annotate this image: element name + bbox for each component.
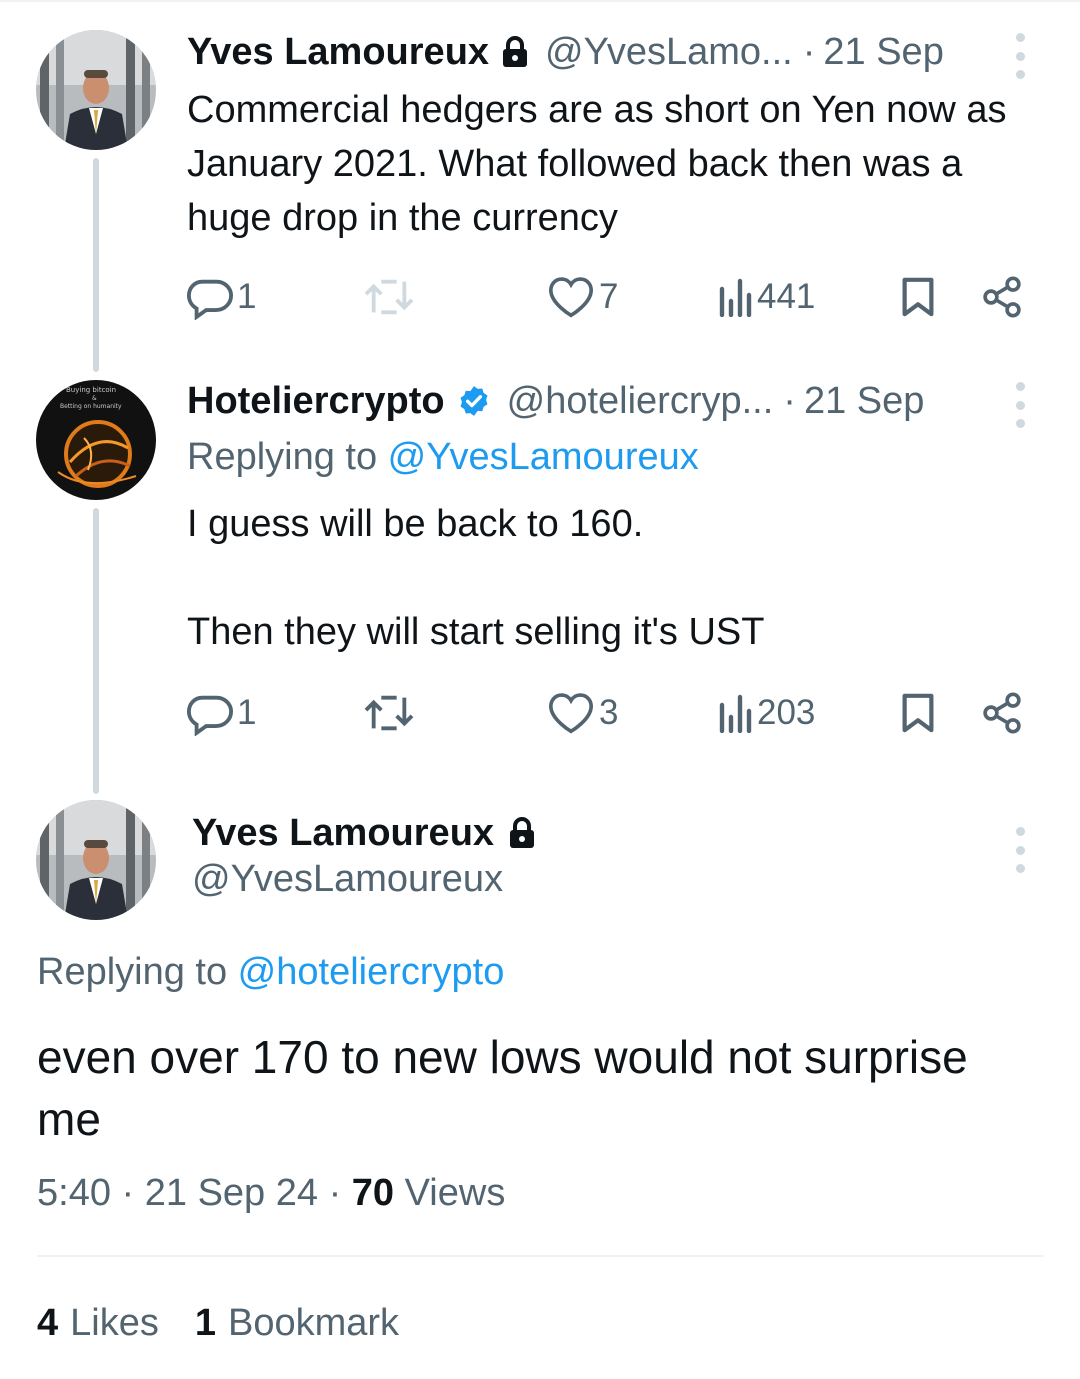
share-icon xyxy=(983,692,1021,734)
avatar[interactable] xyxy=(36,800,156,920)
tweet-time[interactable]: 5:40 xyxy=(37,1172,111,1214)
avatar[interactable] xyxy=(36,30,156,150)
share-button[interactable] xyxy=(980,272,1024,322)
retweet-button[interactable] xyxy=(364,272,418,322)
tweet-actions: 1 7 441 xyxy=(187,272,1037,322)
display-name[interactable]: Hoteliercrypto xyxy=(187,380,445,423)
share-icon xyxy=(983,276,1021,318)
tweet-actions: 1 3 203 xyxy=(187,688,1037,738)
reply-button[interactable]: 1 xyxy=(187,688,256,738)
share-button[interactable] xyxy=(980,688,1024,738)
more-icon[interactable] xyxy=(1010,33,1030,79)
divider xyxy=(37,1255,1044,1257)
lock-icon xyxy=(508,817,536,849)
display-name[interactable]: Yves Lamoureux xyxy=(187,31,489,74)
mention-link[interactable]: @YvesLamoureux xyxy=(388,436,699,478)
retweet-icon xyxy=(364,279,414,315)
tweet-meta: 5:40 · 21 Sep 24 · 70 Views xyxy=(37,1172,505,1215)
replying-to: Replying to @YvesLamoureux xyxy=(187,436,699,479)
likes-stat[interactable]: 4 Likes xyxy=(37,1302,159,1345)
engagement-stats: 4 Likes 1 Bookmark xyxy=(37,1302,399,1345)
retweet-button[interactable] xyxy=(364,688,418,738)
views-icon xyxy=(719,278,752,317)
tweet-text: Commercial hedgers are as short on Yen n… xyxy=(187,89,1007,239)
thread-line xyxy=(93,508,99,794)
bookmark-icon xyxy=(902,693,934,733)
like-button[interactable]: 3 xyxy=(547,688,618,738)
like-icon xyxy=(548,693,594,734)
thread-line xyxy=(93,158,99,372)
display-name[interactable]: Yves Lamoureux xyxy=(192,808,536,858)
avatar[interactable]: Buying bitcoin & Betting on humanity xyxy=(36,380,156,500)
tweet-header: Yves Lamoureux @YvesLamo... · 21 Sep xyxy=(187,27,944,77)
like-count: 3 xyxy=(599,693,619,732)
mention-link[interactable]: @hoteliercrypto xyxy=(238,951,505,993)
avatar-caption: Buying bitcoin xyxy=(66,386,116,394)
like-count: 7 xyxy=(599,277,619,316)
username[interactable]: @YvesLamo... xyxy=(545,31,793,74)
username[interactable]: @hoteliercryp... xyxy=(507,380,774,423)
avatar-photo xyxy=(36,800,156,920)
more-icon[interactable] xyxy=(1010,827,1030,873)
bookmarks-count: 1 xyxy=(194,1302,216,1344)
like-button[interactable]: 7 xyxy=(547,272,618,322)
top-divider xyxy=(0,0,1080,2)
username[interactable]: @YvesLamoureux xyxy=(192,858,503,901)
more-icon[interactable] xyxy=(1010,382,1030,428)
views-label: Views xyxy=(404,1172,506,1214)
bookmark-icon xyxy=(902,277,934,317)
likes-label: Likes xyxy=(70,1302,159,1344)
tweet-header: Hoteliercrypto @hoteliercryp... · 21 Sep xyxy=(187,376,924,426)
avatar-photo: Buying bitcoin & Betting on humanity xyxy=(36,380,156,500)
reply-count: 1 xyxy=(237,693,257,732)
like-icon xyxy=(548,277,594,318)
views-button[interactable]: 203 xyxy=(719,688,815,738)
reply-icon xyxy=(187,695,233,736)
display-name-text: Yves Lamoureux xyxy=(192,811,495,854)
separator: · xyxy=(328,1172,342,1214)
separator: · xyxy=(783,379,796,422)
tweet-date[interactable]: 21 Sep 24 xyxy=(145,1172,318,1214)
views-count: 441 xyxy=(757,277,816,316)
views-icon xyxy=(719,694,752,733)
retweet-icon xyxy=(364,695,414,731)
likes-count: 4 xyxy=(37,1302,59,1344)
avatar-photo xyxy=(36,30,156,150)
views-count: 203 xyxy=(757,693,816,732)
reply-icon xyxy=(187,279,233,320)
bookmark-button[interactable] xyxy=(900,688,936,738)
replying-to: Replying to @hoteliercrypto xyxy=(37,951,504,994)
verified-badge-icon xyxy=(457,384,491,418)
tweet-date[interactable]: 21 Sep xyxy=(804,380,924,423)
views-button[interactable]: 441 xyxy=(719,272,815,322)
lock-icon xyxy=(501,36,529,68)
tweet-date[interactable]: 21 Sep xyxy=(823,31,943,74)
separator: · xyxy=(121,1172,135,1214)
avatar-caption: & xyxy=(92,395,97,402)
bookmarks-label: Bookmark xyxy=(228,1302,400,1344)
bookmark-button[interactable] xyxy=(900,272,936,322)
replying-to-label: Replying to xyxy=(187,436,388,478)
separator: · xyxy=(802,30,816,73)
reply-count: 1 xyxy=(237,277,257,316)
views-count: 70 xyxy=(351,1172,395,1214)
tweet-text: I guess will be back to 160. xyxy=(187,503,644,545)
replying-to-label: Replying to xyxy=(37,951,238,993)
tweet-text: Then they will start selling it's UST xyxy=(187,611,765,653)
bookmarks-stat[interactable]: 1 Bookmark xyxy=(195,1302,399,1345)
avatar-caption: Betting on humanity xyxy=(60,403,122,410)
tweet-text: even over 170 to new lows would not surp… xyxy=(37,1031,968,1145)
reply-button[interactable]: 1 xyxy=(187,272,256,322)
